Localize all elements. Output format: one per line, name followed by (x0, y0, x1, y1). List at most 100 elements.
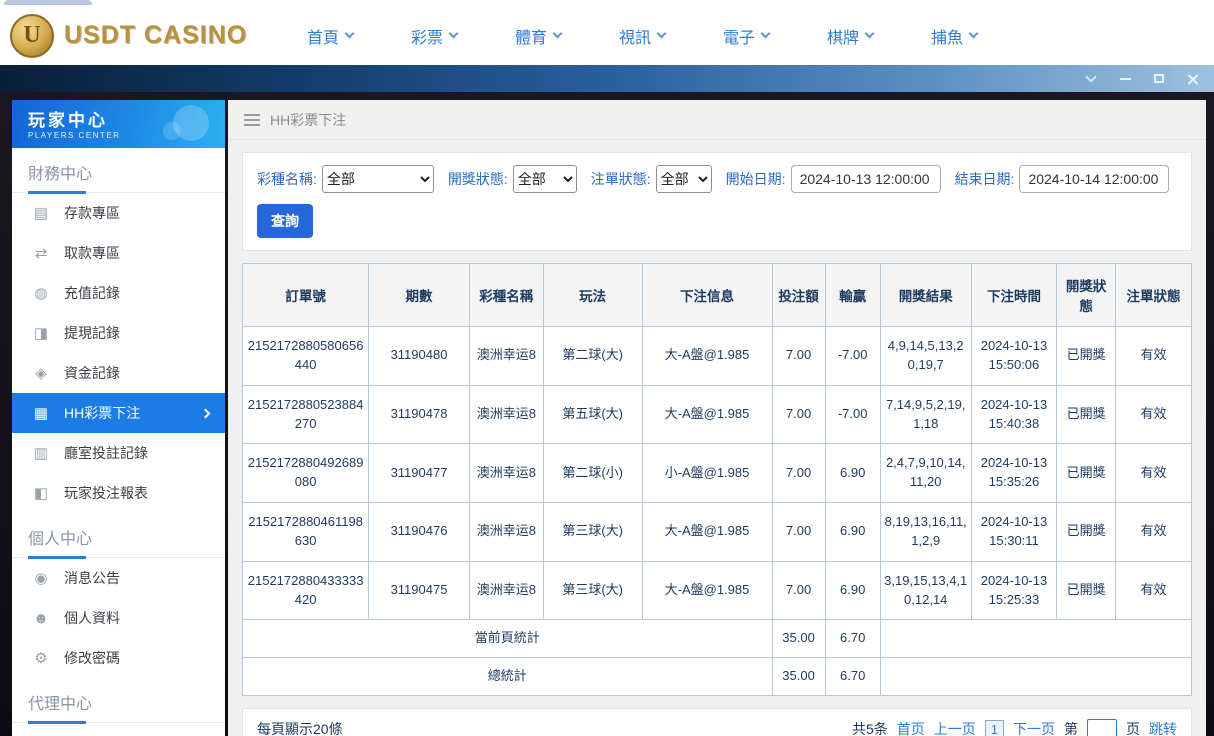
hall-bet-records-icon: ▥ (32, 444, 50, 462)
cell-order-status: 有效 (1116, 327, 1192, 386)
search-button[interactable]: 查詢 (257, 204, 313, 238)
prev-page-link[interactable]: 上一页 (934, 719, 976, 736)
cell-lottery: 澳洲幸运8 (469, 385, 543, 444)
table-header-row: 訂單號 期數 彩種名稱 玩法 下注信息 投注額 輸贏 開獎結果 下注時間 開獎狀… (243, 264, 1192, 327)
coin-letter: U (23, 22, 40, 49)
recharge-record-icon: ◍ (32, 284, 50, 302)
cell-play: 第二球(小) (543, 444, 642, 503)
sidebar-item-cashout-records[interactable]: ◨ 提現記錄 (12, 313, 225, 353)
draw-status-label: 開獎狀態: (448, 169, 508, 189)
draw-status-select[interactable]: 全部 (513, 165, 577, 193)
window-maximize-button[interactable] (1146, 69, 1172, 89)
section-agent-center: 代理中心 (12, 678, 225, 723)
column-header-order-id: 訂單號 (243, 264, 369, 327)
sidebar-item-hall-bet-records[interactable]: ▥ 廳室投註記錄 (12, 433, 225, 473)
change-password-gear-icon: ⚙ (32, 649, 50, 667)
cell-period: 31190476 (369, 503, 470, 562)
cell-result: 3,19,15,13,4,10,12,14 (880, 561, 971, 620)
cell-result: 8,19,13,16,11,1,2,9 (880, 503, 971, 562)
table-row: 2152172880433333420 31190475 澳洲幸运8 第三球(大… (243, 561, 1192, 620)
announcement-bell-icon: ◉ (32, 569, 50, 587)
menu-toggle-icon[interactable] (244, 114, 260, 126)
current-page-indicator[interactable]: 1 (985, 720, 1004, 736)
nav-item-sports[interactable]: 體育 (486, 24, 590, 48)
sidebar-item-deposit[interactable]: ▤ 存款專區 (12, 193, 225, 233)
sidebar-item-label: HH彩票下注 (64, 403, 140, 423)
cell-win-loss: -7.00 (825, 385, 880, 444)
cell-draw-status: 已開獎 (1057, 561, 1116, 620)
window-collapse-button[interactable] (1078, 69, 1104, 89)
nav-label: 棋牌 (827, 24, 859, 48)
chevron-down-icon (761, 29, 771, 39)
sidebar-item-announcements[interactable]: ◉ 消息公告 (12, 558, 225, 598)
nav-item-lottery[interactable]: 彩票 (382, 24, 486, 48)
sidebar-item-withdraw[interactable]: ⇄ 取款專區 (12, 233, 225, 273)
nav-item-cards[interactable]: 棋牌 (798, 24, 902, 48)
chevron-down-icon (657, 29, 667, 39)
cell-amount: 7.00 (772, 385, 825, 444)
nav-item-live[interactable]: 視訊 (590, 24, 694, 48)
cell-period: 31190477 (369, 444, 470, 503)
jump-action-link[interactable]: 跳转 (1149, 719, 1177, 736)
bets-table: 訂單號 期數 彩種名稱 玩法 下注信息 投注額 輸贏 開獎結果 下注時間 開獎狀… (242, 263, 1192, 696)
total-summary-win-loss: 6.70 (825, 658, 880, 696)
brand-logo[interactable]: U USDT CASINO (10, 14, 250, 58)
deposit-icon: ▤ (32, 204, 50, 222)
main-panel: HH彩票下注 彩種名稱: 全部 開獎狀態: 全部 (228, 100, 1206, 736)
nav-item-slots[interactable]: 電子 (694, 24, 798, 48)
chevron-down-icon (449, 29, 459, 39)
cell-play: 第二球(大) (543, 327, 642, 386)
column-header-order-status: 注單狀態 (1116, 264, 1192, 327)
cell-bet-time: 2024-10-13 15:30:11 (971, 503, 1056, 562)
cell-play: 第三球(大) (543, 503, 642, 562)
cell-result: 4,9,14,5,13,20,19,7 (880, 327, 971, 386)
nav-item-fishing[interactable]: 捕魚 (902, 24, 1006, 48)
lottery-type-select[interactable]: 全部 (322, 165, 434, 193)
end-date-input[interactable] (1019, 165, 1169, 193)
column-header-draw-status: 開獎狀態 (1057, 264, 1116, 327)
sidebar-item-recharge-records[interactable]: ◍ 充值記錄 (12, 273, 225, 313)
sidebar-item-player-bet-report[interactable]: ◧ 玩家投注報表 (12, 473, 225, 513)
nav-label: 捕魚 (931, 24, 963, 48)
section-finance-center: 財務中心 (12, 148, 225, 193)
first-page-link[interactable]: 首页 (897, 719, 925, 736)
cell-win-loss: 6.90 (825, 561, 880, 620)
total-summary-amount: 35.00 (772, 658, 825, 696)
cell-amount: 7.00 (772, 327, 825, 386)
column-header-win-loss: 輸贏 (825, 264, 880, 327)
start-date-input[interactable] (791, 165, 941, 193)
sidebar-item-change-password[interactable]: ⚙ 修改密碼 (12, 638, 225, 678)
sidebar-item-label: 資金記錄 (64, 363, 120, 383)
total-summary-empty (880, 658, 1191, 696)
next-page-link[interactable]: 下一页 (1013, 719, 1055, 736)
window-titlebar (0, 65, 1214, 92)
sidebar-item-hh-lottery-bets[interactable]: ▦ HH彩票下注 (12, 393, 225, 433)
column-header-bet-info: 下注信息 (642, 264, 772, 327)
lottery-bets-icon: ▦ (32, 404, 50, 422)
sidebar-item-label: 存款專區 (64, 203, 120, 223)
chevron-right-icon (201, 408, 211, 418)
nav-item-home[interactable]: 首頁 (278, 24, 382, 48)
cell-period: 31190480 (369, 327, 470, 386)
cell-draw-status: 已開獎 (1057, 503, 1116, 562)
sidebar-item-label: 消息公告 (64, 568, 120, 588)
filter-panel: 彩種名稱: 全部 開獎狀態: 全部 注單狀態: 全 (242, 152, 1192, 251)
order-status-select[interactable]: 全部 (656, 165, 712, 193)
cell-order-status: 有效 (1116, 503, 1192, 562)
window-close-button[interactable] (1180, 69, 1206, 89)
cell-period: 31190475 (369, 561, 470, 620)
window-minimize-button[interactable] (1112, 69, 1138, 89)
player-bet-report-icon: ◧ (32, 484, 50, 502)
cell-bet-time: 2024-10-13 15:50:06 (971, 327, 1056, 386)
start-date-label: 開始日期: (726, 169, 786, 189)
page-jump-input[interactable] (1087, 719, 1117, 736)
sidebar-item-profile[interactable]: ☻ 個人資料 (12, 598, 225, 638)
chevron-down-icon (345, 29, 355, 39)
page-size-text: 每頁顯示20條 (257, 719, 343, 736)
cell-win-loss: 6.90 (825, 444, 880, 503)
sidebar-item-funds-records[interactable]: ◈ 資金記錄 (12, 353, 225, 393)
column-header-period: 期數 (369, 264, 470, 327)
page-summary-label: 當前頁統計 (243, 620, 773, 658)
chevron-down-icon (1085, 71, 1096, 82)
page-summary-amount: 35.00 (772, 620, 825, 658)
